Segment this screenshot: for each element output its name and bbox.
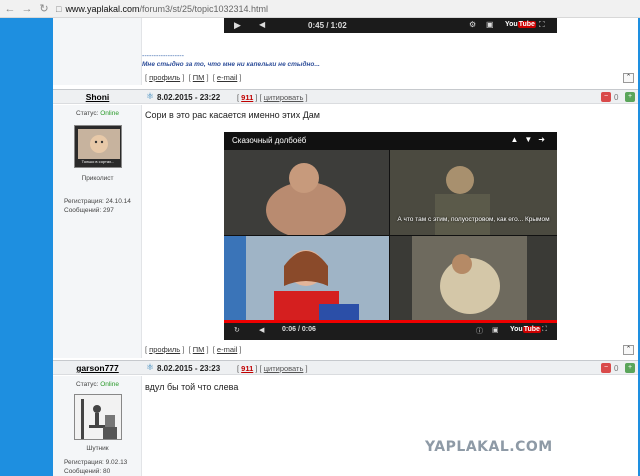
video-frame-bottom-right <box>390 236 557 320</box>
author-stats: Регистрация: 24.10.14 Сообщений: 297 <box>64 197 131 215</box>
pm-link[interactable]: ПМ <box>193 345 205 354</box>
rate-down-icon[interactable]: − <box>601 92 611 102</box>
post-number-link[interactable]: 911 <box>241 364 253 373</box>
signature-text: Мне стыдно за то, что мне ни капельки не… <box>142 61 320 68</box>
post-text: Сори в это рас касается именно этих Дам <box>145 110 320 120</box>
author-status: Статус: Online <box>76 110 119 117</box>
rate-up-icon[interactable]: + <box>625 92 635 102</box>
author-rank: Шутник <box>86 445 109 452</box>
prev-video-controls[interactable]: ▶ ◀ 0:45 / 1:02 ⚙ ▣ YouTube ⛶ <box>224 18 557 33</box>
author-rank: Приколист <box>81 175 114 182</box>
post-username[interactable]: Shoni <box>53 92 142 102</box>
play-icon[interactable]: ▶ <box>234 20 241 31</box>
email-link[interactable]: e-mail <box>217 345 237 354</box>
video-title[interactable]: Сказочный долбоёб <box>232 136 306 145</box>
watch-later-icon[interactable]: ▣ <box>486 20 494 29</box>
avatar-image <box>75 395 121 439</box>
prev-post-footer: [ профиль ] [ ПМ ] [ e-mail ] <box>145 73 242 82</box>
watch-later-icon[interactable]: ▣ <box>492 326 499 334</box>
post-rating: 0 <box>614 364 619 373</box>
back-icon[interactable]: ← <box>3 2 17 16</box>
post-text: вдул бы той что слева <box>145 382 239 392</box>
volume-icon[interactable]: ◀ <box>259 326 264 334</box>
page-icon: □ <box>56 3 62 14</box>
post-rating: 0 <box>614 93 619 102</box>
embedded-video[interactable]: А что там с этим, полуостровом, как его.… <box>224 132 557 340</box>
url-host: www.yaplakal.com <box>65 3 140 14</box>
pm-link[interactable]: ПМ <box>193 73 205 82</box>
profile-link[interactable]: профиль <box>149 345 180 354</box>
prev-video-time: 0:45 / 1:02 <box>308 21 347 30</box>
author-avatar[interactable]: Только в сортах... <box>74 125 122 168</box>
settings-icon[interactable]: ⚙ <box>469 20 476 29</box>
forward-icon[interactable]: → <box>20 2 34 16</box>
author-messages: Сообщений: 80 <box>64 468 111 475</box>
collapse-button[interactable]: ⌃ <box>623 73 634 83</box>
site-left-background <box>0 18 53 476</box>
post-anchor-icon[interactable]: ⚛ <box>146 362 154 373</box>
post-anchor-icon[interactable]: ⚛ <box>146 91 154 102</box>
replay-icon[interactable]: ↻ <box>234 326 240 334</box>
like-icon[interactable]: ▲ <box>510 135 524 144</box>
dislike-icon[interactable]: ▼ <box>524 135 538 144</box>
profile-link[interactable]: профиль <box>149 73 180 82</box>
post-header: Shoni ⚛ 8.02.2015 - 23:22 [ 911 ] [ цити… <box>53 89 638 104</box>
post-author-sidebar: Статус: Online Только в сортах... Прикол… <box>53 105 142 358</box>
forum-thread: ▶ ◀ 0:45 / 1:02 ⚙ ▣ YouTube ⛶ ----------… <box>53 18 638 476</box>
avatar-caption: Только в сортах... <box>81 159 115 164</box>
url-path: /forum3/st/25/topic1032314.html <box>139 3 269 14</box>
video-top-actions: ▲▼➜ <box>510 135 551 144</box>
post-username[interactable]: garson777 <box>53 363 142 373</box>
quote-link[interactable]: цитировать <box>264 93 304 102</box>
volume-icon[interactable]: ◀ <box>259 20 265 29</box>
post-number-link[interactable]: 911 <box>241 93 253 102</box>
video-subtitle: А что там с этим, полуостровом, как его.… <box>397 216 550 223</box>
video-frame-top-right: А что там с этим, полуостровом, как его.… <box>390 150 557 235</box>
post-author-sidebar: Статус: Online Шутник Регистрация: 9.02.… <box>53 376 142 476</box>
post-meta-links: [ 911 ] [ цитировать ] <box>237 364 308 373</box>
author-messages: Сообщений: 297 <box>64 207 114 214</box>
info-icon[interactable]: ⓘ <box>476 326 483 336</box>
address-bar[interactable]: □ www.yaplakal.com/forum3/st/25/topic103… <box>56 2 268 16</box>
share-icon[interactable]: ➜ <box>538 135 551 144</box>
author-registration: Регистрация: 24.10.14 <box>64 198 131 205</box>
rate-down-icon[interactable]: − <box>601 363 611 373</box>
fullscreen-icon[interactable]: ⛶ <box>542 326 547 334</box>
author-stats: Регистрация: 9.02.13 Сообщений: 80 <box>64 458 127 476</box>
video-time: 0:06 / 0:06 <box>282 326 316 333</box>
author-avatar[interactable] <box>74 394 122 440</box>
post-header: garson777 ⚛ 8.02.2015 - 23:23 [ 911 ] [ … <box>53 360 638 375</box>
video-frame-top-left <box>224 150 389 235</box>
post-footer: [ профиль ] [ ПМ ] [ e-mail ] <box>145 345 242 354</box>
prev-post-sidebar <box>53 18 142 85</box>
collapse-button[interactable]: ⌃ <box>623 345 634 355</box>
reload-icon[interactable]: ↻ <box>37 2 51 16</box>
quote-link[interactable]: цитировать <box>264 364 304 373</box>
post-date: 8.02.2015 - 23:23 <box>157 364 221 373</box>
post-date: 8.02.2015 - 23:22 <box>157 93 221 102</box>
author-registration: Регистрация: 9.02.13 <box>64 459 128 466</box>
author-status: Статус: Online <box>76 381 119 388</box>
browser-toolbar: ← → ↻ □ www.yaplakal.com/forum3/st/25/to… <box>0 0 640 18</box>
youtube-logo[interactable]: YouTube <box>510 326 541 333</box>
fullscreen-icon[interactable]: ⛶ <box>539 20 545 30</box>
post-meta-links: [ 911 ] [ цитировать ] <box>237 93 308 102</box>
watermark: YAPLAKAL.COM <box>425 439 553 455</box>
video-frame-bottom-left <box>224 236 389 320</box>
video-controls: ↻ ◀ 0:06 / 0:06 ⓘ ▣ YouTube ⛶ <box>224 323 557 340</box>
email-link[interactable]: e-mail <box>217 73 237 82</box>
rate-up-icon[interactable]: + <box>625 363 635 373</box>
signature-separator: ------------------ <box>142 53 184 60</box>
youtube-logo[interactable]: YouTube <box>505 21 536 28</box>
